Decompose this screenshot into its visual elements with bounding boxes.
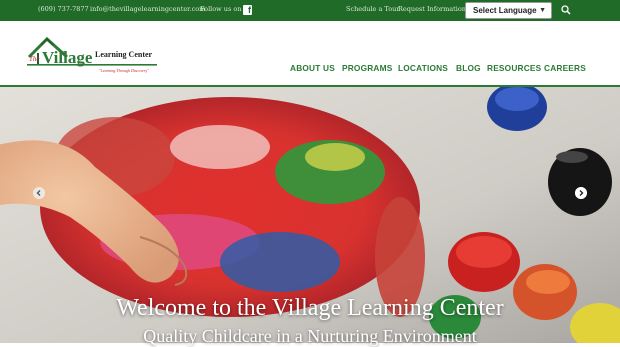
facebook-icon[interactable]: f: [243, 5, 252, 15]
nav-careers[interactable]: CAREERS: [544, 63, 586, 73]
village-logo[interactable]: The Village Learning Center "Learning Th…: [27, 33, 157, 75]
logo-word-center: Learning Center: [95, 50, 153, 59]
nav-about-us[interactable]: ABOUT US: [290, 63, 335, 73]
request-info-link[interactable]: Request Information: [398, 5, 466, 13]
email-link[interactable]: info@thevillagelearningcenter.com: [90, 5, 205, 13]
nav-blog[interactable]: BLOG: [456, 63, 481, 73]
language-select-value: Select Language: [473, 6, 537, 15]
search-icon[interactable]: [560, 4, 572, 16]
nav-locations[interactable]: LOCATIONS: [398, 63, 448, 73]
logo-word-village: Village: [42, 48, 93, 67]
site-header: The Village Learning Center "Learning Th…: [0, 21, 620, 85]
caret-down-icon: ▼: [539, 7, 546, 14]
nav-resources[interactable]: RESOURCES: [487, 63, 541, 73]
hero-subtitle: Quality Childcare in a Nurturing Environ…: [143, 326, 477, 346]
follow-us-label: Follow us on: [200, 5, 242, 13]
logo-word-the: The: [29, 55, 40, 63]
chevron-left-icon[interactable]: [33, 187, 45, 199]
schedule-tour-link[interactable]: Schedule a Tour: [346, 5, 399, 13]
logo-tagline: "Learning Through Discovery": [99, 68, 149, 73]
hero-title: Welcome to the Village Learning Center: [116, 295, 504, 321]
nav-programs[interactable]: PROGRAMS: [342, 63, 392, 73]
top-bar: (609) 737-7877 info@thevillagelearningce…: [0, 0, 620, 21]
language-select[interactable]: Select Language ▼: [465, 2, 552, 19]
chevron-right-icon[interactable]: [575, 187, 587, 199]
phone-number[interactable]: (609) 737-7877: [38, 5, 89, 13]
